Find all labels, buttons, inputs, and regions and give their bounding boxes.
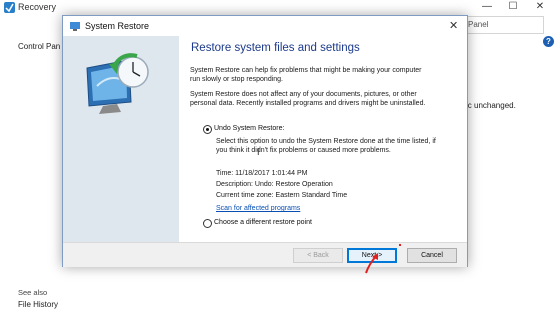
- annotation-dot: [399, 244, 401, 246]
- search-control-panel-input[interactable]: Panel: [462, 16, 544, 34]
- dialog-heading: Restore system files and settings: [191, 42, 360, 54]
- dialog-titlebar: System Restore ✕: [63, 16, 467, 36]
- system-restore-dialog: System Restore ✕ Restore system files an…: [62, 15, 468, 267]
- undo-restore-radio[interactable]: [203, 125, 212, 134]
- back-button[interactable]: < Back: [293, 248, 343, 263]
- recovery-window-title: Recovery: [18, 2, 57, 12]
- background-text: ic unchanged.: [466, 101, 516, 110]
- system-restore-icon: [86, 53, 149, 114]
- cursor-icon: I: [257, 147, 260, 157]
- scan-affected-programs-link[interactable]: Scan for affected programs: [216, 205, 300, 212]
- data-safety-paragraph: System Restore does not affect any of yo…: [190, 91, 426, 107]
- dialog-footer: < Back Next > Cancel: [63, 242, 467, 267]
- choose-restore-point-radio[interactable]: [203, 219, 212, 228]
- undo-description: Select this option to undo the System Re…: [216, 138, 436, 154]
- breadcrumb[interactable]: Control Pan: [18, 42, 60, 51]
- restore-time: Time: 11/18/2017 1:01:44 PM: [216, 170, 308, 177]
- dialog-title: System Restore: [85, 21, 150, 31]
- close-window-button[interactable]: ✕: [527, 0, 553, 14]
- choose-restore-point-label[interactable]: Choose a different restore point: [214, 219, 312, 226]
- time-zone: Current time zone: Eastern Standard Time: [216, 192, 348, 199]
- undo-restore-label[interactable]: Undo System Restore:: [214, 125, 284, 132]
- see-also-heading: See also: [18, 288, 48, 297]
- maximize-button[interactable]: ☐: [500, 0, 526, 14]
- dialog-side-panel: [63, 36, 179, 242]
- minimize-button[interactable]: —: [474, 0, 500, 14]
- cancel-button[interactable]: Cancel: [407, 248, 457, 263]
- help-icon[interactable]: ?: [543, 36, 554, 47]
- recovery-app-icon: [4, 2, 15, 13]
- search-placeholder: Panel: [468, 20, 489, 29]
- system-restore-icon: [70, 22, 80, 31]
- file-history-link[interactable]: File History: [18, 300, 58, 309]
- recovery-titlebar: Recovery — ☐ ✕: [0, 0, 557, 16]
- close-dialog-button[interactable]: ✕: [449, 19, 458, 32]
- annotation-arrow-icon: [365, 253, 378, 274]
- intro-paragraph: System Restore can help fix problems tha…: [190, 67, 422, 83]
- restore-description: Description: Undo: Restore Operation: [216, 181, 333, 188]
